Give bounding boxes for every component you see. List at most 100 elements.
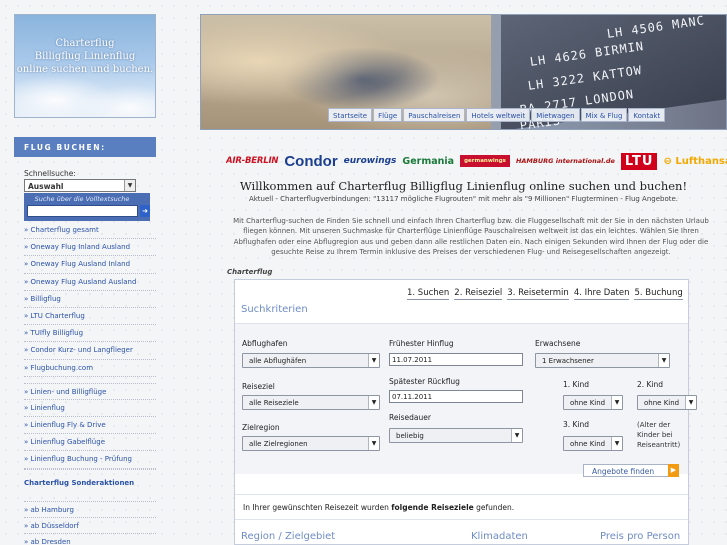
chevron-down-icon: ▼ [611, 396, 622, 409]
latest-return-label: Spätester Rückflug [389, 377, 460, 386]
duration-label: Reisedauer [389, 413, 431, 422]
hamburg-international-logo[interactable]: HAMBURG international.de [516, 158, 615, 165]
sidebar-item-charterflug-gesamt[interactable]: » Charterflug gesamt [24, 222, 156, 240]
duration-select-value: beliebig [396, 432, 424, 440]
child1-select[interactable]: ohne Kind ▼ [563, 395, 623, 410]
sidebar-special-heading[interactable]: Charterflug Sonderaktionen [24, 469, 156, 495]
chevron-down-icon: ▼ [511, 429, 522, 442]
sidebar-item-flugbuchung[interactable]: » Flugbuchung.com [24, 360, 156, 377]
destination-select-value: alle Reiseziele [249, 399, 299, 407]
child2-select[interactable]: ohne Kind ▼ [637, 395, 697, 410]
page-subtitle: Aktuell - Charterflugverbindungen: "1311… [248, 195, 679, 203]
sidebar-item-ab-duesseldorf[interactable]: » ab Düsseldorf [24, 518, 156, 534]
departure-label: Abflughafen [242, 339, 288, 348]
booking-steps: 1. Suchen 2. Reiseziel 3. Reisetermin 4.… [407, 288, 683, 300]
logo-text: Charterflug Billigflug Linienflug online… [15, 37, 155, 76]
region-select-value: alle Zielregionen [249, 440, 308, 448]
earliest-departure-label: Frühester Hinflug [389, 339, 454, 348]
logo-line-3: online suchen und buchen. [16, 64, 154, 75]
sidebar-item-condor[interactable]: » Condor Kurz- und Langflieger [24, 342, 156, 360]
duration-select[interactable]: beliebig ▼ [389, 428, 523, 443]
sidebar-item-ab-hamburg[interactable]: » ab Hamburg [24, 502, 156, 518]
lufthansa-logo[interactable]: ⊖ Lufthansa [663, 156, 727, 167]
find-offers-button[interactable]: Angebote finden ▶ [583, 464, 679, 477]
logo-line-1: Charterflug [55, 38, 115, 49]
airberlin-logo[interactable]: AIR-BERLIN [226, 156, 279, 166]
nav-mix-flug[interactable]: Mix & Flug [580, 108, 628, 122]
adults-select-value: 1 Erwachsener [542, 357, 594, 365]
fulltext-hint: Suche über die Volltextsuche [34, 195, 130, 203]
sidebar-item-billigflug[interactable]: » Billigflug [24, 291, 156, 308]
logo-line-2: Billigflug Linienflug [34, 51, 136, 62]
sidebar-item-buchung-pruefung[interactable]: » Linienflug Buchung - Prüfung [24, 451, 156, 469]
sidebar-item-fly-drive[interactable]: » Linienflug Fly & Drive [24, 417, 156, 435]
chevron-down-icon: ▼ [368, 354, 379, 367]
sidebar-item-oneway-ausland-ausland[interactable]: » Oneway Flug Ausland Ausland [24, 274, 156, 291]
departure-select-value: alle Abflughäfen [249, 357, 307, 365]
region-label: Zielregion [242, 423, 280, 432]
nav-kontakt[interactable]: Kontakt [628, 108, 666, 122]
step-ihre-daten[interactable]: 4. Ihre Daten [573, 288, 630, 300]
destination-label: Reiseziel [242, 382, 275, 391]
fulltext-input[interactable] [27, 205, 138, 217]
find-offers-label: Angebote finden [592, 467, 655, 476]
sidebar-item-linienflug[interactable]: » Linienflug [24, 400, 156, 418]
child1-label: 1. Kind [563, 380, 590, 389]
search-criteria-title: Suchkriterien [241, 304, 308, 315]
arrow-right-icon: ▶ [668, 464, 679, 477]
nav-pauschalreisen[interactable]: Pauschalreisen [403, 108, 466, 122]
germania-logo[interactable]: Germania [402, 156, 454, 167]
earliest-departure-input[interactable]: 11.07.2011 [389, 353, 523, 366]
nav-startseite[interactable]: Startseite [328, 108, 373, 122]
column-climate: Klimadaten [471, 531, 528, 542]
airline-logo-strip: AIR-BERLIN Condor eurowings Germania ger… [226, 148, 727, 174]
step-reiseziel[interactable]: 2. Reiseziel [454, 288, 503, 300]
child3-label: 3. Kind [563, 420, 590, 429]
ltu-logo[interactable]: LTU [620, 152, 658, 170]
sidebar-item-oneway-inland-ausland[interactable]: » Oneway Flug Inland Ausland [24, 239, 156, 257]
child3-select-value: ohne Kind [570, 440, 606, 448]
chevron-down-icon: ▼ [368, 396, 379, 409]
sidebar-item-ab-dresden[interactable]: » ab Dresden [24, 534, 156, 545]
column-region: Region / Zielgebiet [241, 531, 336, 542]
step-buchung[interactable]: 5. Buchung [634, 288, 683, 300]
sidebar-item-ltu-charterflug[interactable]: » LTU Charterflug [24, 308, 156, 326]
step-suchen[interactable]: 1. Suchen [407, 288, 450, 300]
chevron-down-icon: ▼ [685, 396, 696, 409]
child2-label: 2. Kind [637, 380, 664, 389]
result-prefix: In Ihrer gewünschten Reisezeit wurden [243, 503, 392, 512]
region-select[interactable]: alle Zielregionen ▼ [242, 436, 380, 451]
step-reisetermin[interactable]: 3. Reisetermin [507, 288, 569, 300]
adults-select[interactable]: 1 Erwachsener ▼ [535, 353, 670, 368]
sidebar-item-tuifly[interactable]: » TUIfly Billigflug [24, 325, 156, 343]
search-panel: 1. Suchen 2. Reiseziel 3. Reisetermin 4.… [234, 279, 697, 545]
sidebar-item-gabelfluege[interactable]: » Linienflug Gabelflüge [24, 434, 156, 452]
quick-search-label: Schnellsuche: [24, 169, 76, 178]
nav-hotels[interactable]: Hotels weltweit [466, 108, 531, 122]
child3-select[interactable]: ohne Kind ▼ [563, 436, 623, 451]
germanwings-logo[interactable]: germanwings [460, 155, 510, 167]
quick-search-select[interactable]: Auswahl ▼ [24, 179, 136, 192]
fulltext-search: Suche über die Volltextsuche ➜ [24, 193, 150, 221]
main-nav: Startseite Flüge Pauschalreisen Hotels w… [328, 107, 726, 123]
eurowings-logo[interactable]: eurowings [344, 156, 397, 166]
chevron-down-icon: ▼ [124, 180, 135, 191]
search-go-icon[interactable]: ➜ [140, 205, 150, 217]
result-highlight: folgende Reiseziele [391, 503, 474, 512]
latest-return-input[interactable]: 07.11.2011 [389, 390, 523, 403]
adults-label: Erwachsene [535, 339, 581, 348]
sidebar-item-linien-billigfluege[interactable]: » Linien- und Billigflüge [24, 382, 156, 400]
condor-logo[interactable]: Condor [284, 153, 337, 170]
intro-text: Mit Charterflug-suchen de Finden Sie sch… [233, 217, 709, 256]
site-logo[interactable]: Charterflug Billigflug Linienflug online… [14, 14, 156, 118]
sidebar-item-oneway-ausland-inland[interactable]: » Oneway Flug Ausland Inland [24, 256, 156, 274]
departure-select[interactable]: alle Abflughäfen ▼ [242, 353, 380, 368]
child2-select-value: ohne Kind [644, 399, 680, 407]
section-label: Charterflug [227, 268, 273, 276]
destination-select[interactable]: alle Reiseziele ▼ [242, 395, 380, 410]
lufthansa-logo-text: Lufthansa [675, 155, 727, 167]
nav-mietwagen[interactable]: Mietwagen [531, 108, 580, 122]
header-banner: LH 4506 MANC LH 4626 BIRMIN LH 3222 KATT… [200, 14, 727, 130]
column-price: Preis pro Person [600, 531, 681, 542]
nav-fluege[interactable]: Flüge [373, 108, 403, 122]
